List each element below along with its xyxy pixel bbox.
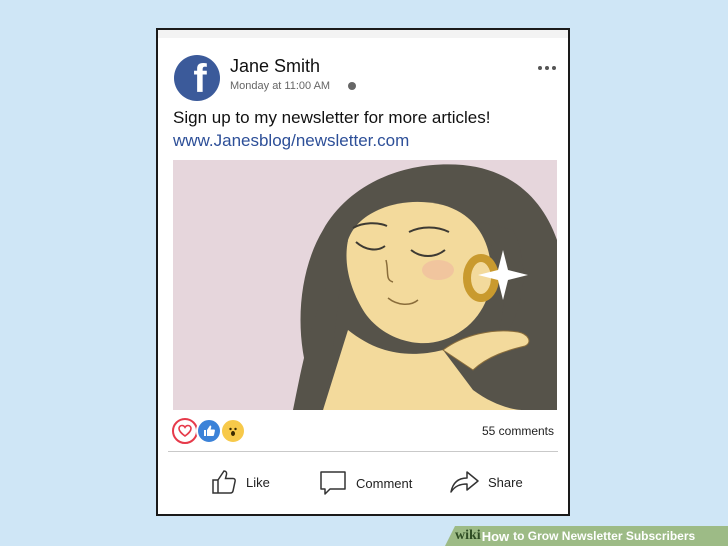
facebook-post-card: f Jane Smith Monday at 11:00 AM Sign up … xyxy=(156,28,570,516)
share-arrow-icon xyxy=(450,471,479,493)
wikihow-watermark: wiki How to Grow Newsletter Subscribers xyxy=(445,526,728,546)
dot-icon xyxy=(545,66,549,70)
heart-icon xyxy=(172,418,198,444)
like-button[interactable]: Like xyxy=(210,468,270,496)
divider xyxy=(168,451,558,452)
thumbs-up-outline-icon xyxy=(212,470,236,494)
thumbs-up-icon xyxy=(196,418,222,444)
author-name[interactable]: Jane Smith xyxy=(230,56,320,77)
watermark-title: to Grow Newsletter Subscribers xyxy=(513,529,696,543)
post-image[interactable] xyxy=(173,160,557,410)
newsletter-link[interactable]: www.Janesblog/newsletter.com xyxy=(173,131,409,151)
woman-illustration xyxy=(173,160,557,410)
post-timestamp[interactable]: Monday at 11:00 AM xyxy=(230,80,330,92)
more-options-button[interactable] xyxy=(538,66,556,70)
reactions-summary[interactable] xyxy=(172,418,246,444)
watermark-how: How xyxy=(481,528,510,544)
post-meta: Monday at 11:00 AM xyxy=(230,80,357,92)
wow-face-icon xyxy=(220,418,246,444)
post-actions-bar: Like Comment Share xyxy=(158,468,568,502)
card-top-strip xyxy=(158,30,568,38)
share-label: Share xyxy=(488,474,523,490)
globe-icon xyxy=(348,82,357,90)
comment-button[interactable]: Comment xyxy=(318,468,412,498)
comments-count[interactable]: 55 comments xyxy=(482,424,554,438)
share-button[interactable]: Share xyxy=(448,468,523,496)
facebook-logo-avatar[interactable]: f xyxy=(174,55,220,101)
post-text: Sign up to my newsletter for more articl… xyxy=(173,108,491,127)
dot-icon xyxy=(552,66,556,70)
like-label: Like xyxy=(246,474,270,490)
watermark-wiki: wiki xyxy=(455,528,481,543)
dot-icon xyxy=(538,66,542,70)
comment-bubble-icon xyxy=(320,471,346,495)
comment-label: Comment xyxy=(356,475,413,491)
facebook-f-icon: f xyxy=(193,57,207,101)
